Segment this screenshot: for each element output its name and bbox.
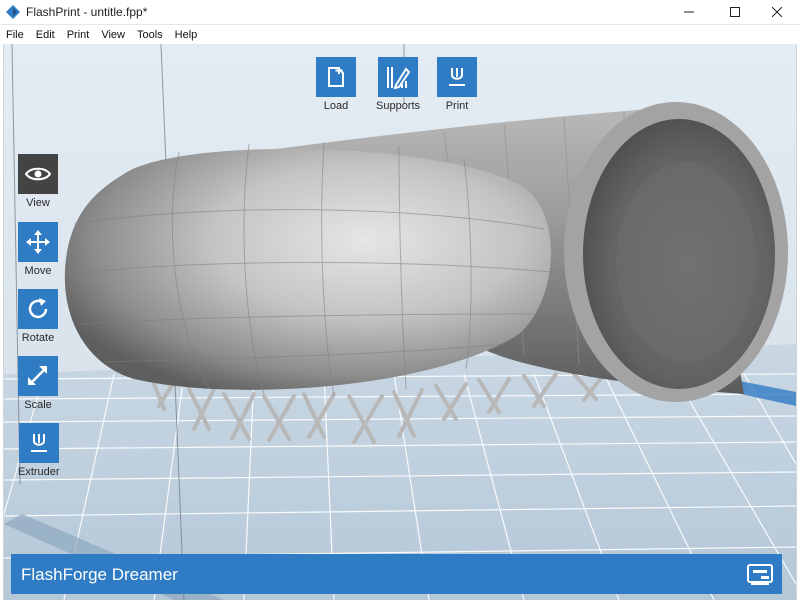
rotate-button[interactable]: Rotate xyxy=(18,289,58,344)
extruder-button[interactable]: Extruder xyxy=(18,423,60,478)
scale-button[interactable]: Scale xyxy=(18,356,58,411)
move-label: Move xyxy=(24,265,52,277)
scale-icon xyxy=(28,366,47,385)
print-icon xyxy=(449,68,465,86)
menu-tools[interactable]: Tools xyxy=(131,27,169,41)
capsule-model[interactable] xyxy=(64,148,551,390)
menu-bar: File Edit Print View Tools Help xyxy=(0,25,800,43)
rotate-icon xyxy=(28,298,48,319)
menu-help[interactable]: Help xyxy=(169,27,204,41)
minimize-icon xyxy=(684,11,694,13)
supports-button[interactable]: Supports xyxy=(376,57,420,112)
extruder-label: Extruder xyxy=(18,466,60,478)
rotate-label: Rotate xyxy=(21,332,55,344)
3d-viewport[interactable]: Load Supports Print View Move Rotate Sca… xyxy=(3,44,797,600)
load-label: Load xyxy=(323,100,349,112)
supports-label: Supports xyxy=(376,100,421,112)
build-plate-scene[interactable] xyxy=(4,44,796,600)
menu-edit[interactable]: Edit xyxy=(30,27,61,41)
view-button[interactable]: View xyxy=(18,154,58,209)
close-button[interactable] xyxy=(754,0,800,24)
printer-icon xyxy=(747,564,773,585)
maximize-button[interactable] xyxy=(712,0,758,24)
extruder-icon xyxy=(30,434,47,452)
close-icon xyxy=(772,7,782,17)
print-label: Print xyxy=(445,100,469,112)
printer-connect-button[interactable] xyxy=(746,562,774,591)
scale-label: Scale xyxy=(24,399,52,411)
printer-status-bar: FlashForge Dreamer xyxy=(11,554,782,594)
printer-name: FlashForge Dreamer xyxy=(21,565,178,584)
menu-file[interactable]: File xyxy=(0,27,30,41)
menu-view[interactable]: View xyxy=(95,27,131,41)
title-bar: FlashPrint - untitle.fpp* xyxy=(0,0,800,25)
flashprint-logo-icon xyxy=(6,5,20,19)
move-button[interactable]: Move xyxy=(18,222,58,277)
supports-icon xyxy=(387,67,411,90)
eye-icon xyxy=(24,167,52,181)
window-title: FlashPrint - untitle.fpp* xyxy=(26,5,148,19)
menu-print[interactable]: Print xyxy=(61,27,96,41)
minimize-button[interactable] xyxy=(666,0,712,24)
print-button[interactable]: Print xyxy=(437,57,477,112)
maximize-icon xyxy=(730,7,740,17)
load-button[interactable]: Load xyxy=(316,57,356,112)
move-icon xyxy=(26,230,50,254)
view-label: View xyxy=(26,197,50,209)
load-icon xyxy=(328,67,344,87)
